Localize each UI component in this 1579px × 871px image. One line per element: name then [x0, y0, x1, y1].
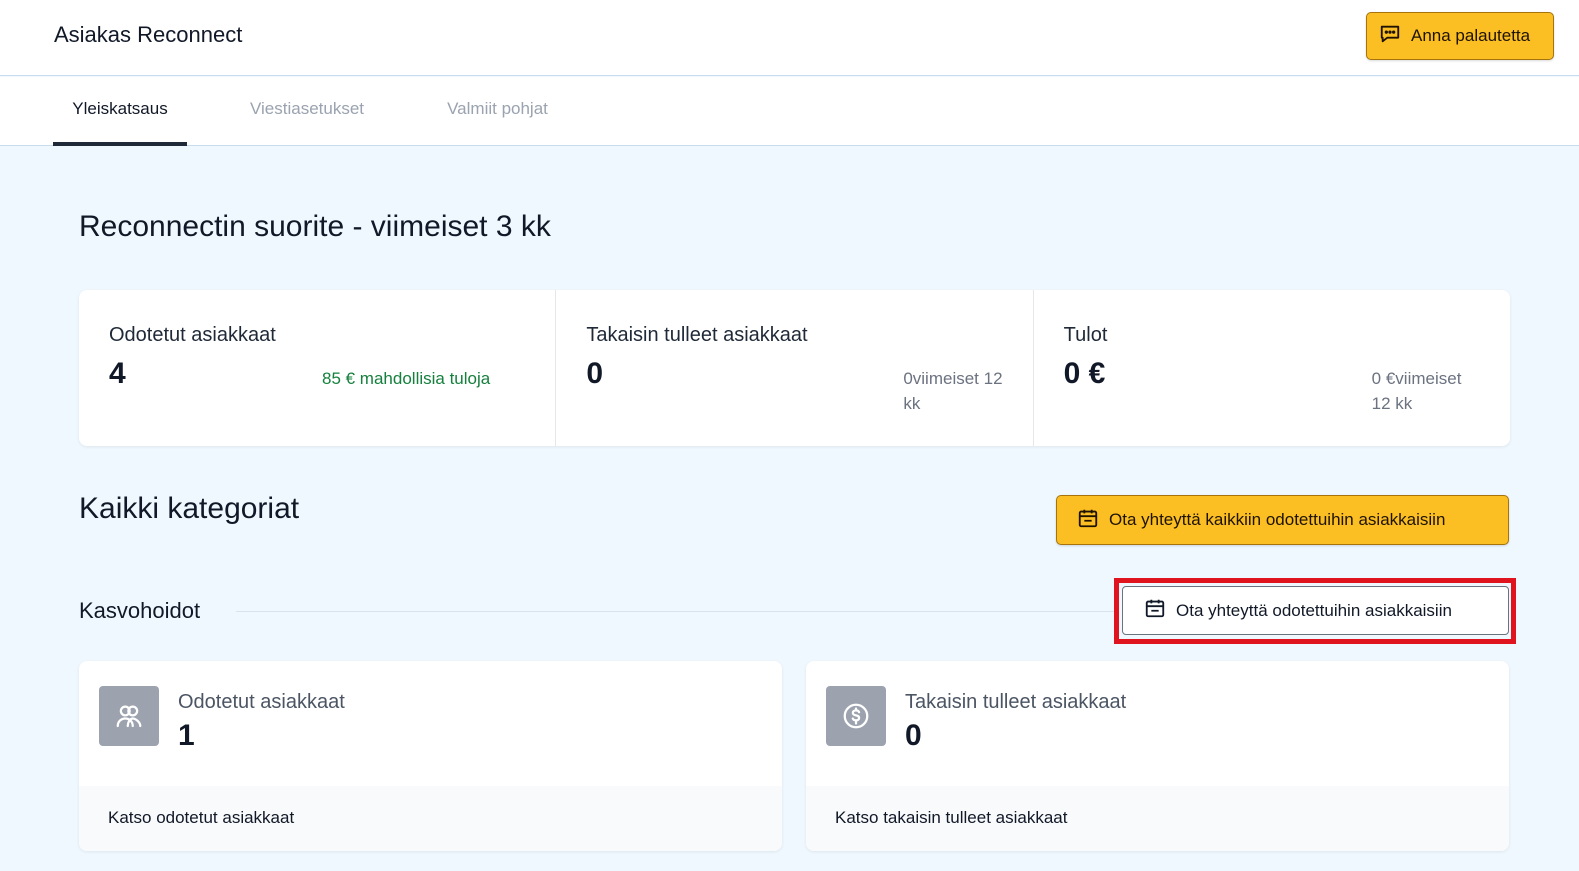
view-expected-link[interactable]: Katso odotetut asiakkaat [79, 786, 782, 851]
contact-expected-label: Ota yhteyttä odotettuihin asiakkaisiin [1176, 600, 1452, 620]
tab-overview[interactable]: Yleiskatsaus [53, 77, 187, 146]
categories-title: Kaikki kategoriat [79, 492, 300, 525]
contact-expected-button[interactable]: Ota yhteyttä odotettuihin asiakkaisiin [1122, 586, 1509, 635]
tab-bar: Yleiskatsaus Viestiasetukset Valmiit poh… [0, 77, 1579, 146]
stat-note: 0viimeiset 12 kk [903, 369, 1003, 413]
metric-label: Odotetut asiakkaat [178, 691, 345, 713]
contact-all-expected-button[interactable]: Ota yhteyttä kaikkiin odotettuihin asiak… [1056, 495, 1509, 545]
stat-expected-customers: Odotetut asiakkaat 4 85 € mahdollisia tu… [79, 290, 557, 446]
metric-card-returned: Takaisin tulleet asiakkaat 0 Katso takai… [806, 661, 1509, 851]
users-icon [99, 686, 159, 746]
metric-value: 1 [178, 719, 195, 752]
stat-label: Takaisin tulleet asiakkaat [586, 324, 808, 346]
metric-value: 0 [905, 719, 922, 752]
top-bar: Asiakas Reconnect Anna palautetta [0, 0, 1579, 76]
stat-label: Tulot [1063, 324, 1108, 346]
contact-all-label: Ota yhteyttä kaikkiin odotettuihin asiak… [1109, 510, 1446, 529]
stat-returned-customers: Takaisin tulleet asiakkaat 0 0viimeiset … [556, 290, 1034, 446]
stat-note: 85 € mahdollisia tuloja [322, 369, 491, 388]
stat-value: 0 € [1063, 357, 1106, 390]
chat-icon [1379, 23, 1401, 50]
section-title: Kasvohoidot [79, 598, 201, 623]
stat-note: 0 €viimeiset 12 kk [1371, 369, 1462, 413]
view-returned-link[interactable]: Katso takaisin tulleet asiakkaat [806, 786, 1509, 851]
app-title: Asiakas Reconnect [54, 22, 243, 47]
section-divider [236, 611, 1116, 612]
calendar-icon [1144, 597, 1166, 624]
feedback-button[interactable]: Anna palautetta [1366, 12, 1554, 60]
tab-templates[interactable]: Valmiit pohjat [430, 77, 565, 146]
stat-revenue: Tulot 0 € 0 €viimeiset 12 kk [1034, 290, 1510, 446]
stat-value: 0 [586, 357, 604, 390]
stat-value: 4 [109, 357, 126, 390]
stat-label: Odotetut asiakkaat [109, 324, 276, 346]
metric-card-expected: Odotetut asiakkaat 1 Katso odotetut asia… [79, 661, 782, 851]
feedback-label: Anna palautetta [1411, 26, 1531, 45]
calendar-icon [1077, 507, 1099, 534]
performance-title: Reconnectin suorite - viimeiset 3 kk [79, 210, 551, 243]
metric-label: Takaisin tulleet asiakkaat [905, 691, 1127, 713]
tab-message-settings[interactable]: Viestiasetukset [232, 77, 382, 146]
performance-stats-card: Odotetut asiakkaat 4 85 € mahdollisia tu… [79, 290, 1510, 446]
dollar-circle-icon [826, 686, 886, 746]
